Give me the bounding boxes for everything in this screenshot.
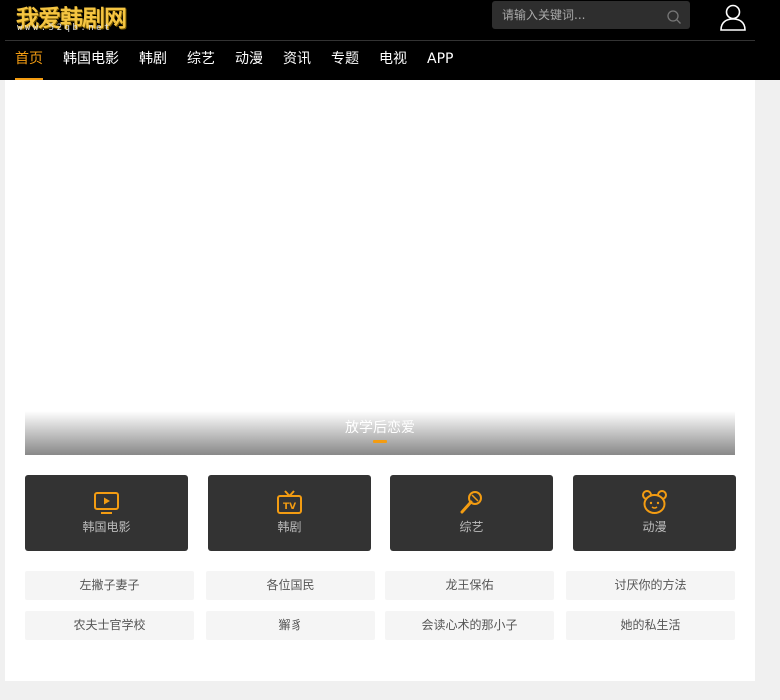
title-link[interactable]: 各位国民 — [206, 571, 375, 600]
nav-news[interactable]: 资讯 — [283, 41, 311, 80]
nav-app[interactable]: APP — [427, 41, 453, 80]
nav-variety[interactable]: 综艺 — [187, 41, 215, 80]
bear-icon — [642, 490, 667, 514]
main-nav: 首页 韩国电影 韩剧 综艺 动漫 资讯 专题 电视 APP — [15, 41, 473, 80]
category-korean-movies[interactable]: 韩国电影 — [25, 475, 188, 551]
category-label: 韩国电影 — [82, 520, 131, 534]
user-icon[interactable] — [718, 3, 748, 31]
nav-home[interactable]: 首页 — [15, 41, 43, 80]
category-label: 韩剧 — [277, 520, 302, 534]
title-link[interactable]: 会读心术的那小子 — [385, 611, 554, 640]
category-label: 动漫 — [642, 520, 667, 534]
site-logo[interactable]: 我爱韩剧网 www.52qb.net — [14, 1, 127, 35]
play-screen-icon — [94, 492, 119, 514]
nav-anime[interactable]: 动漫 — [235, 41, 263, 80]
nav-tv[interactable]: 电视 — [379, 41, 407, 80]
category-anime[interactable]: 动漫 — [573, 475, 736, 551]
category-grid: 韩国电影 TV 韩剧 综艺 动漫 — [25, 475, 736, 551]
title-link[interactable]: 左撇子妻子 — [25, 571, 194, 600]
tv-icon: TV — [277, 490, 302, 514]
banner-indicator[interactable] — [373, 440, 387, 443]
banner-slider[interactable]: 放学后恋爱 — [25, 80, 735, 455]
search-box — [492, 1, 690, 29]
title-link[interactable]: 农夫士官学校 — [25, 611, 194, 640]
top-header: 我爱韩剧网 www.52qb.net 首页 韩国电影 韩剧 综艺 动漫 资讯 专… — [0, 0, 780, 80]
logo-domain: www.52qb.net — [17, 23, 113, 33]
category-korean-dramas[interactable]: TV 韩剧 — [208, 475, 371, 551]
banner-title[interactable]: 放学后恋爱 — [25, 417, 735, 437]
nav-topics[interactable]: 专题 — [331, 41, 359, 80]
banner-caption: 放学后恋爱 — [25, 411, 735, 455]
nav-korean-movies[interactable]: 韩国电影 — [63, 41, 119, 80]
main-content: 放学后恋爱 韩国电影 TV 韩剧 综艺 动漫 左撇子妻子 各位国民 龙王保佑 讨… — [5, 80, 755, 681]
svg-text:TV: TV — [283, 502, 296, 512]
title-link[interactable]: 讨厌你的方法 — [566, 571, 735, 600]
title-link[interactable]: 龙王保佑 — [385, 571, 554, 600]
category-variety[interactable]: 综艺 — [390, 475, 553, 551]
search-input[interactable] — [492, 1, 662, 29]
title-link[interactable]: 她的私生活 — [566, 611, 735, 640]
title-link[interactable]: 獬豸 — [206, 611, 375, 640]
search-icon[interactable] — [666, 9, 682, 25]
nav-korean-dramas[interactable]: 韩剧 — [139, 41, 167, 80]
microphone-icon — [460, 491, 482, 514]
category-label: 综艺 — [459, 520, 484, 534]
